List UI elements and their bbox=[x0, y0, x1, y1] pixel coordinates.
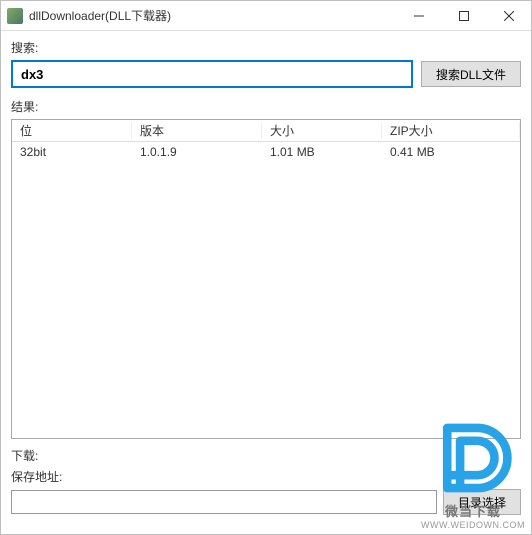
col-zip[interactable]: ZIP大小 bbox=[382, 122, 520, 139]
cell-version: 1.0.1.9 bbox=[132, 145, 262, 159]
results-header: 位 版本 大小 ZIP大小 bbox=[12, 120, 520, 142]
download-label: 下载: bbox=[11, 447, 521, 464]
titlebar: dllDownloader(DLL下载器) bbox=[1, 1, 531, 31]
table-row[interactable]: 32bit 1.0.1.9 1.01 MB 0.41 MB bbox=[12, 142, 520, 162]
close-button[interactable] bbox=[486, 1, 531, 31]
cell-zip: 0.41 MB bbox=[382, 145, 520, 159]
col-version[interactable]: 版本 bbox=[132, 122, 262, 139]
results-table[interactable]: 位 版本 大小 ZIP大小 32bit 1.0.1.9 1.01 MB 0.41… bbox=[11, 119, 521, 439]
cell-bit: 32bit bbox=[12, 145, 132, 159]
results-label: 结果: bbox=[11, 98, 521, 115]
app-icon bbox=[7, 8, 23, 24]
minimize-button[interactable] bbox=[396, 1, 441, 31]
path-label: 保存地址: bbox=[11, 468, 521, 485]
col-size[interactable]: 大小 bbox=[262, 122, 382, 139]
maximize-button[interactable] bbox=[441, 1, 486, 31]
save-path-input[interactable] bbox=[11, 490, 437, 514]
window-title: dllDownloader(DLL下载器) bbox=[29, 7, 396, 24]
search-input[interactable] bbox=[11, 60, 413, 88]
search-button[interactable]: 搜索DLL文件 bbox=[421, 61, 521, 87]
search-label: 搜索: bbox=[11, 39, 521, 56]
browse-button[interactable]: 目录选择 bbox=[443, 489, 521, 515]
cell-size: 1.01 MB bbox=[262, 145, 382, 159]
col-bit[interactable]: 位 bbox=[12, 122, 132, 139]
